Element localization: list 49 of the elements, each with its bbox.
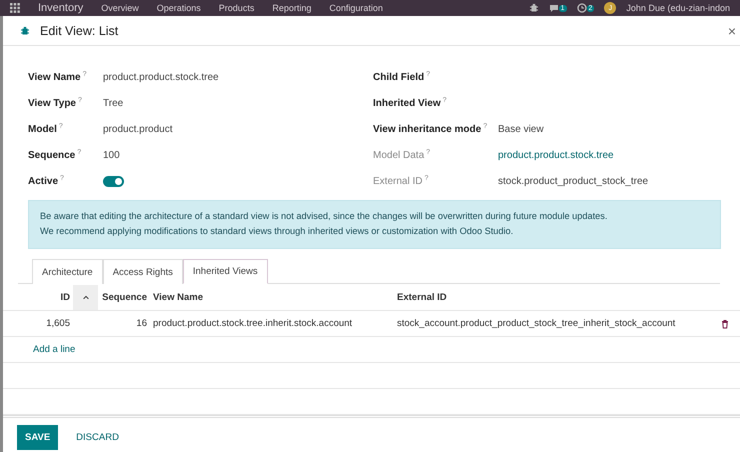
- dialog-title: Edit View: List: [40, 24, 118, 38]
- field-value: product.product.stock.tree: [103, 70, 219, 84]
- table-cell-text: 1,605: [45, 318, 71, 329]
- field-label: View inheritance mode: [373, 122, 482, 136]
- trash-icon: [720, 318, 730, 328]
- field-label: Sequence: [28, 148, 76, 162]
- app-name[interactable]: Inventory: [38, 2, 84, 14]
- menu-item[interactable]: Reporting: [272, 3, 312, 13]
- column-header[interactable]: External ID: [394, 292, 710, 303]
- field-label: Model Data: [373, 148, 424, 162]
- field-label: View Type: [28, 96, 76, 110]
- field-link[interactable]: product.product.stock.tree: [498, 148, 614, 162]
- add-line-link[interactable]: Add a line: [3, 344, 394, 355]
- field-label: Child Field: [373, 70, 424, 84]
- column-header[interactable]: View Name: [150, 292, 394, 303]
- apps-grid-icon: [10, 3, 20, 13]
- menu-item[interactable]: Configuration: [329, 3, 383, 13]
- tab[interactable]: Inherited Views: [182, 259, 268, 284]
- bug-icon: [20, 26, 30, 36]
- user-name[interactable]: John Due (edu-zian-indon: [626, 3, 730, 13]
- tab[interactable]: Access Rights: [102, 259, 183, 284]
- field-value: stock.product_product_stock_tree: [498, 174, 648, 188]
- chat-icon: [548, 3, 559, 13]
- bug-icon: [528, 3, 539, 13]
- clock-icon: [576, 3, 587, 13]
- warning-alert: Be aware that editing the architecture of a standard view is not advised, since the changes will be overwritten during future module updates. We recommend applying modifications to standard views through inherited views or customization with Odoo Studio.: [28, 200, 721, 249]
- menu-item[interactable]: Overview: [101, 3, 139, 13]
- column-header[interactable]: ID: [3, 292, 73, 303]
- caret-up-icon: [82, 294, 90, 302]
- field-label: Model: [28, 122, 57, 136]
- table-cell-text: product.product.stock.tree.inherit.stock.account: [152, 318, 354, 329]
- tab[interactable]: Architecture: [32, 259, 103, 284]
- close-icon[interactable]: ×: [728, 22, 736, 38]
- field-value: Tree: [103, 96, 124, 110]
- field-label: View Name: [28, 70, 81, 84]
- field-value: 100: [103, 148, 120, 162]
- menu-item[interactable]: Operations: [156, 3, 201, 13]
- column-header[interactable]: Sequence: [98, 292, 150, 303]
- discard-button[interactable]: DISCARD: [68, 425, 127, 450]
- field-label: External ID: [373, 174, 422, 188]
- field-label: Inherited View: [373, 96, 441, 110]
- field-value: Base view: [498, 122, 544, 136]
- table-cell-text: stock_account.product_product_stock_tree_inherit_stock_account: [396, 318, 676, 329]
- field-label: Active: [28, 174, 58, 188]
- save-button[interactable]: SAVE: [17, 425, 58, 450]
- field-value: product.product: [103, 122, 172, 136]
- table-cell-text: 16: [135, 318, 148, 329]
- menu-item[interactable]: Products: [218, 3, 254, 13]
- active-toggle[interactable]: [103, 176, 124, 186]
